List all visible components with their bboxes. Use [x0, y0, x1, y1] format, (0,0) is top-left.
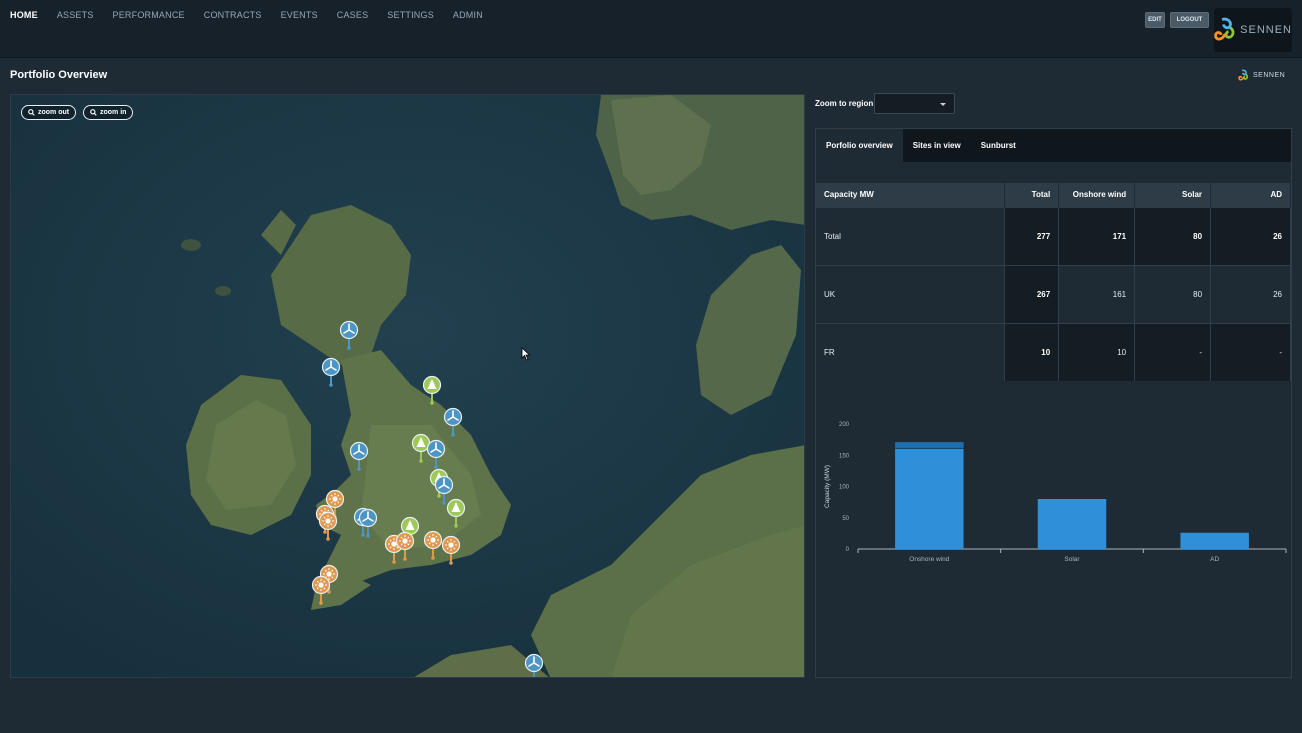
cell-onshore-wind: 171	[1058, 206, 1136, 265]
nav-item-settings[interactable]: SETTINGS	[387, 10, 434, 20]
col-header-capacity: Capacity MW	[816, 183, 1006, 207]
wind-site-marker[interactable]	[358, 508, 378, 538]
cell-ad: 26	[1210, 264, 1291, 323]
wind-site-marker[interactable]	[339, 320, 359, 350]
map-terrain	[11, 95, 804, 677]
logo-text: SENNEN	[1240, 24, 1292, 36]
bar-ad-series-1	[1180, 532, 1249, 549]
y-tick-label: 100	[839, 485, 850, 491]
col-header-onshore-wind: Onshore wind	[1058, 183, 1136, 207]
wind-site-marker[interactable]	[443, 407, 463, 437]
y-tick-label: 200	[839, 422, 850, 428]
chevron-down-icon	[940, 103, 946, 106]
row-label: UK	[816, 264, 1006, 323]
zoom-out-button[interactable]: zoom out	[21, 105, 77, 120]
y-tick-label: 150	[839, 453, 850, 459]
nav-item-home[interactable]: HOME	[10, 10, 38, 20]
table-header-row: Capacity MW Total Onshore wind Solar AD	[816, 183, 1291, 207]
cell-ad: 26	[1210, 206, 1291, 265]
cell-total: 277	[1004, 206, 1060, 265]
nav-item-events[interactable]: EVENTS	[281, 10, 318, 20]
nav-item-assets[interactable]: ASSETS	[57, 10, 94, 20]
col-header-total: Total	[1004, 183, 1060, 207]
bar-onshore-wind-series-1	[895, 448, 964, 549]
zoom-in-label: zoom in	[100, 109, 127, 116]
zoom-out-label: zoom out	[38, 109, 70, 116]
portfolio-panel: Porfolio overview Sites in view Sunburst…	[815, 128, 1292, 678]
sennen-logo-icon	[1214, 17, 1235, 41]
y-axis-label: Capacity (MW)	[824, 465, 831, 508]
row-label: Total	[816, 206, 1006, 265]
col-header-solar: Solar	[1134, 183, 1212, 207]
wind-site-marker[interactable]	[426, 439, 446, 469]
cell-solar: 80	[1134, 206, 1212, 265]
main-nav: HOME ASSETS PERFORMANCE CONTRACTS EVENTS…	[10, 10, 483, 20]
zoom-to-region-label: Zoom to region	[815, 99, 874, 108]
nav-item-admin[interactable]: ADMIN	[453, 10, 483, 20]
ad-site-marker[interactable]	[422, 375, 442, 405]
col-header-ad: AD	[1210, 183, 1291, 207]
nav-item-performance[interactable]: PERFORMANCE	[113, 10, 185, 20]
wind-site-marker[interactable]	[321, 357, 341, 387]
zoom-to-region-select[interactable]	[874, 93, 955, 114]
magnifier-icon	[28, 109, 35, 116]
y-tick-label: 50	[842, 516, 849, 522]
bar-solar-series-1	[1037, 499, 1107, 549]
page-title: Portfolio Overview	[10, 69, 108, 81]
tab-sites-in-view[interactable]: Sites in view	[903, 129, 971, 162]
sennen-logo: SENNEN	[1214, 8, 1292, 52]
ad-site-marker[interactable]	[446, 498, 466, 528]
table-row: Total 277 171 80 26	[816, 206, 1291, 265]
x-tick-label: Onshore wind	[909, 556, 949, 563]
cell-total: 10	[1004, 322, 1060, 381]
cell-solar: 80	[1134, 264, 1212, 323]
y-tick-label: 0	[846, 547, 850, 553]
tab-sunburst[interactable]: Sunburst	[971, 129, 1026, 162]
solar-site-marker[interactable]	[423, 530, 443, 560]
nav-item-contracts[interactable]: CONTRACTS	[204, 10, 262, 20]
row-label: FR	[816, 322, 1006, 381]
portfolio-map[interactable]: zoom out zoom in	[10, 94, 805, 678]
cell-onshore-wind: 161	[1058, 264, 1136, 323]
capacity-table: Capacity MW Total Onshore wind Solar AD …	[816, 183, 1291, 381]
solar-site-marker[interactable]	[395, 531, 415, 561]
magnifier-icon	[90, 109, 97, 116]
x-tick-label: Solar	[1064, 556, 1080, 563]
table-row: UK 267 161 80 26	[816, 264, 1291, 323]
panel-tabs: Porfolio overview Sites in view Sunburst	[816, 129, 1291, 162]
nav-item-cases[interactable]: CASES	[337, 10, 369, 20]
wind-site-marker[interactable]	[349, 441, 369, 471]
x-tick-label: AD	[1210, 556, 1219, 563]
zoom-in-button[interactable]: zoom in	[83, 105, 134, 120]
top-navigation-bar: HOME ASSETS PERFORMANCE CONTRACTS EVENTS…	[0, 0, 1302, 58]
table-row: FR 10 10 - -	[816, 322, 1291, 381]
mouse-cursor-icon	[521, 347, 531, 361]
solar-site-marker[interactable]	[318, 511, 338, 541]
small-sennen-logo: SENNEN	[1238, 69, 1285, 82]
cell-total: 267	[1004, 264, 1060, 323]
solar-site-marker[interactable]	[311, 575, 331, 605]
solar-site-marker[interactable]	[441, 535, 461, 565]
cell-ad: -	[1210, 322, 1291, 381]
capacity-bar-chart: Capacity (MW) 0 50 100 150 200 Onshore wind Sol…	[824, 422, 1287, 563]
cell-onshore-wind: 10	[1058, 322, 1136, 381]
small-logo-text: SENNEN	[1253, 72, 1286, 79]
bar-onshore-wind-series-2	[895, 442, 964, 449]
edit-button[interactable]: EDIT	[1145, 12, 1165, 28]
cell-solar: -	[1134, 322, 1212, 381]
tab-portfolio-overview[interactable]: Porfolio overview	[816, 129, 903, 162]
small-logo-icon	[1238, 69, 1249, 81]
wind-site-marker[interactable]	[524, 653, 544, 678]
logout-button[interactable]: LOGOUT	[1170, 12, 1209, 28]
